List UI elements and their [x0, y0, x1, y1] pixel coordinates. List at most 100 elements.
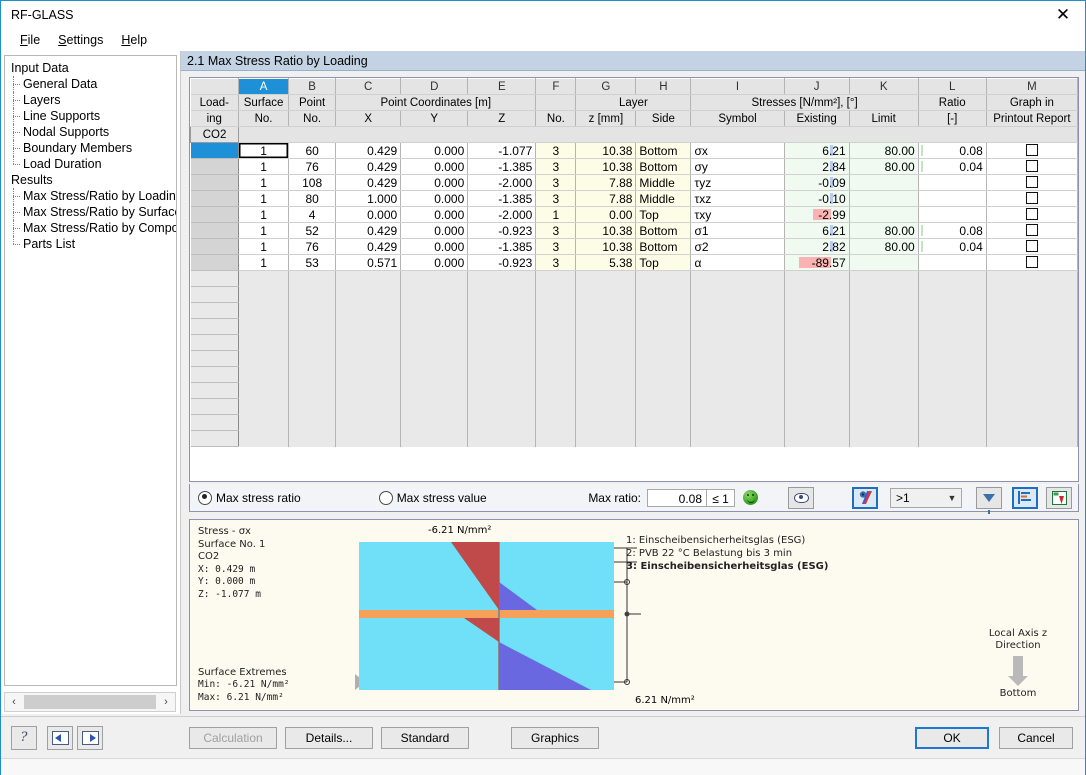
column-header-G[interactable]: G	[575, 78, 637, 95]
row-selector[interactable]	[190, 238, 240, 255]
table-row[interactable]: 1 4 0.000 0.000 -2.000 1 0.00 Top τxy -2.99	[190, 206, 1078, 223]
cell-x[interactable]: 0.000	[335, 206, 402, 223]
cell-surface-no[interactable]: 1	[238, 238, 290, 255]
menu-settings[interactable]: Settings	[49, 31, 112, 49]
cell-layer-no[interactable]: 1	[535, 206, 577, 223]
column-header-F[interactable]: F	[535, 78, 577, 95]
sidebar-item-parts-list[interactable]: Parts List	[9, 236, 176, 252]
printout-checkbox[interactable]	[1025, 239, 1038, 252]
column-header-C[interactable]: C	[335, 78, 402, 95]
cell-symbol[interactable]: α	[690, 254, 785, 271]
cell-surface-no[interactable]: 1	[238, 254, 290, 271]
cell-symbol[interactable]: τxy	[690, 206, 785, 223]
cell-limit[interactable]: 80.00	[849, 158, 919, 175]
cell-layer-z[interactable]: 10.38	[575, 238, 637, 255]
radio-max-stress-ratio[interactable]: Max stress ratio	[198, 490, 301, 505]
calculation-button[interactable]: Calculation	[189, 726, 277, 749]
cell-point-no[interactable]: 53	[288, 254, 337, 271]
cell-ratio[interactable]	[918, 206, 987, 223]
cell-graph-in-printout[interactable]	[986, 254, 1078, 271]
row-selector[interactable]	[190, 254, 240, 271]
column-header-L[interactable]: L	[918, 78, 987, 95]
cell-side[interactable]: Top	[635, 254, 692, 271]
cell-x[interactable]: 0.429	[335, 222, 402, 239]
cell-point-no[interactable]: 76	[288, 238, 337, 255]
sidebar-item-nodal-supports[interactable]: Nodal Supports	[9, 124, 176, 140]
cell-y[interactable]: 0.000	[400, 238, 469, 255]
row-selector[interactable]	[190, 222, 240, 239]
cell-ratio[interactable]: 0.04	[918, 238, 987, 255]
cell-layer-no[interactable]: 3	[535, 238, 577, 255]
cell-layer-z[interactable]: 7.88	[575, 174, 637, 191]
column-header-B[interactable]: B	[288, 78, 337, 95]
cell-x[interactable]: 0.429	[335, 238, 402, 255]
filter-button[interactable]	[976, 486, 1002, 514]
previous-window-button[interactable]	[47, 725, 73, 750]
cell-ratio[interactable]	[918, 174, 987, 191]
cell-ratio[interactable]	[918, 190, 987, 207]
scroll-left-icon[interactable]: ‹	[5, 696, 23, 708]
table-row[interactable]: 1 52 0.429 0.000 -0.923 3 10.38 Bottom σ1 6.21 80.…	[190, 222, 1078, 239]
printout-checkbox[interactable]	[1025, 223, 1038, 236]
cell-layer-z[interactable]: 10.38	[575, 222, 637, 239]
cell-graph-in-printout[interactable]	[986, 206, 1078, 223]
cell-side[interactable]: Bottom	[635, 238, 692, 255]
cell-surface-no[interactable]: 1	[238, 222, 290, 239]
column-header-I[interactable]: I	[690, 78, 785, 95]
cell-symbol[interactable]: σy	[690, 158, 785, 175]
cell-layer-no[interactable]: 3	[535, 158, 577, 175]
column-header-D[interactable]: D	[400, 78, 469, 95]
radio-max-stress-value[interactable]: Max stress value	[378, 490, 487, 505]
cell-layer-z[interactable]: 10.38	[575, 142, 637, 159]
next-window-button[interactable]	[77, 725, 103, 750]
cell-y[interactable]: 0.000	[400, 158, 469, 175]
sidebar-item-layers[interactable]: Layers	[9, 92, 176, 108]
cell-layer-no[interactable]: 3	[535, 222, 577, 239]
column-header-K[interactable]: K	[849, 78, 919, 95]
row-selector[interactable]	[190, 206, 240, 223]
color-render-button[interactable]	[852, 486, 878, 509]
cell-point-no[interactable]: 60	[288, 142, 337, 159]
cell-side[interactable]: Bottom	[635, 158, 692, 175]
cell-layer-z[interactable]: 10.38	[575, 158, 637, 175]
menu-file[interactable]: File	[11, 31, 49, 49]
printout-checkbox[interactable]	[1025, 191, 1038, 204]
cell-symbol[interactable]: σ2	[690, 238, 785, 255]
cell-x[interactable]: 0.571	[335, 254, 402, 271]
cell-y[interactable]: 0.000	[400, 222, 469, 239]
cell-ratio[interactable]: 0.08	[918, 222, 987, 239]
cell-existing[interactable]: 2.84	[784, 158, 850, 175]
cell-ratio[interactable]: 0.04	[918, 158, 987, 175]
navigation-tree[interactable]: Input Data General Data Layers Line Support…	[4, 55, 177, 686]
sidebar-item-max-stress-ratio-by-compositio[interactable]: Max Stress/Ratio by Compositio	[9, 220, 176, 236]
tree-horizontal-scrollbar[interactable]: ‹ ›	[4, 692, 176, 712]
help-button[interactable]: ?	[11, 725, 37, 750]
printout-checkbox[interactable]	[1025, 159, 1038, 172]
cell-symbol[interactable]: σ1	[690, 222, 785, 239]
cell-x[interactable]: 0.429	[335, 158, 402, 175]
cell-side[interactable]: Middle	[635, 174, 692, 191]
cell-surface-no[interactable]: 1	[238, 158, 290, 175]
sidebar-item-boundary-members[interactable]: Boundary Members	[9, 140, 176, 156]
cell-y[interactable]: 0.000	[400, 206, 469, 223]
sidebar-item-results[interactable]: Results	[9, 172, 176, 188]
cell-side[interactable]: Middle	[635, 190, 692, 207]
column-header-H[interactable]: H	[635, 78, 692, 95]
graphics-button[interactable]: Graphics	[511, 726, 599, 749]
printout-checkbox[interactable]	[1025, 255, 1038, 268]
cell-layer-no[interactable]: 3	[535, 142, 577, 159]
cell-layer-z[interactable]: 7.88	[575, 190, 637, 207]
export-excel-button[interactable]	[1046, 486, 1072, 509]
cell-z[interactable]: -0.923	[467, 254, 537, 271]
cell-x[interactable]: 0.429	[335, 142, 402, 159]
printout-checkbox[interactable]	[1025, 175, 1038, 188]
cell-existing[interactable]: 6.21	[784, 142, 850, 159]
cell-limit[interactable]: 80.00	[849, 238, 919, 255]
cell-layer-no[interactable]: 3	[535, 174, 577, 191]
cell-limit[interactable]	[849, 206, 919, 223]
cell-graph-in-printout[interactable]	[986, 238, 1078, 255]
cell-layer-no[interactable]: 3	[535, 190, 577, 207]
column-header-A[interactable]: A	[238, 78, 290, 95]
table-row[interactable]: 1 60 0.429 0.000 -1.077 3 10.38 Bottom σx 6.21 80.…	[190, 142, 1078, 159]
cell-existing[interactable]: 6.21	[784, 222, 850, 239]
